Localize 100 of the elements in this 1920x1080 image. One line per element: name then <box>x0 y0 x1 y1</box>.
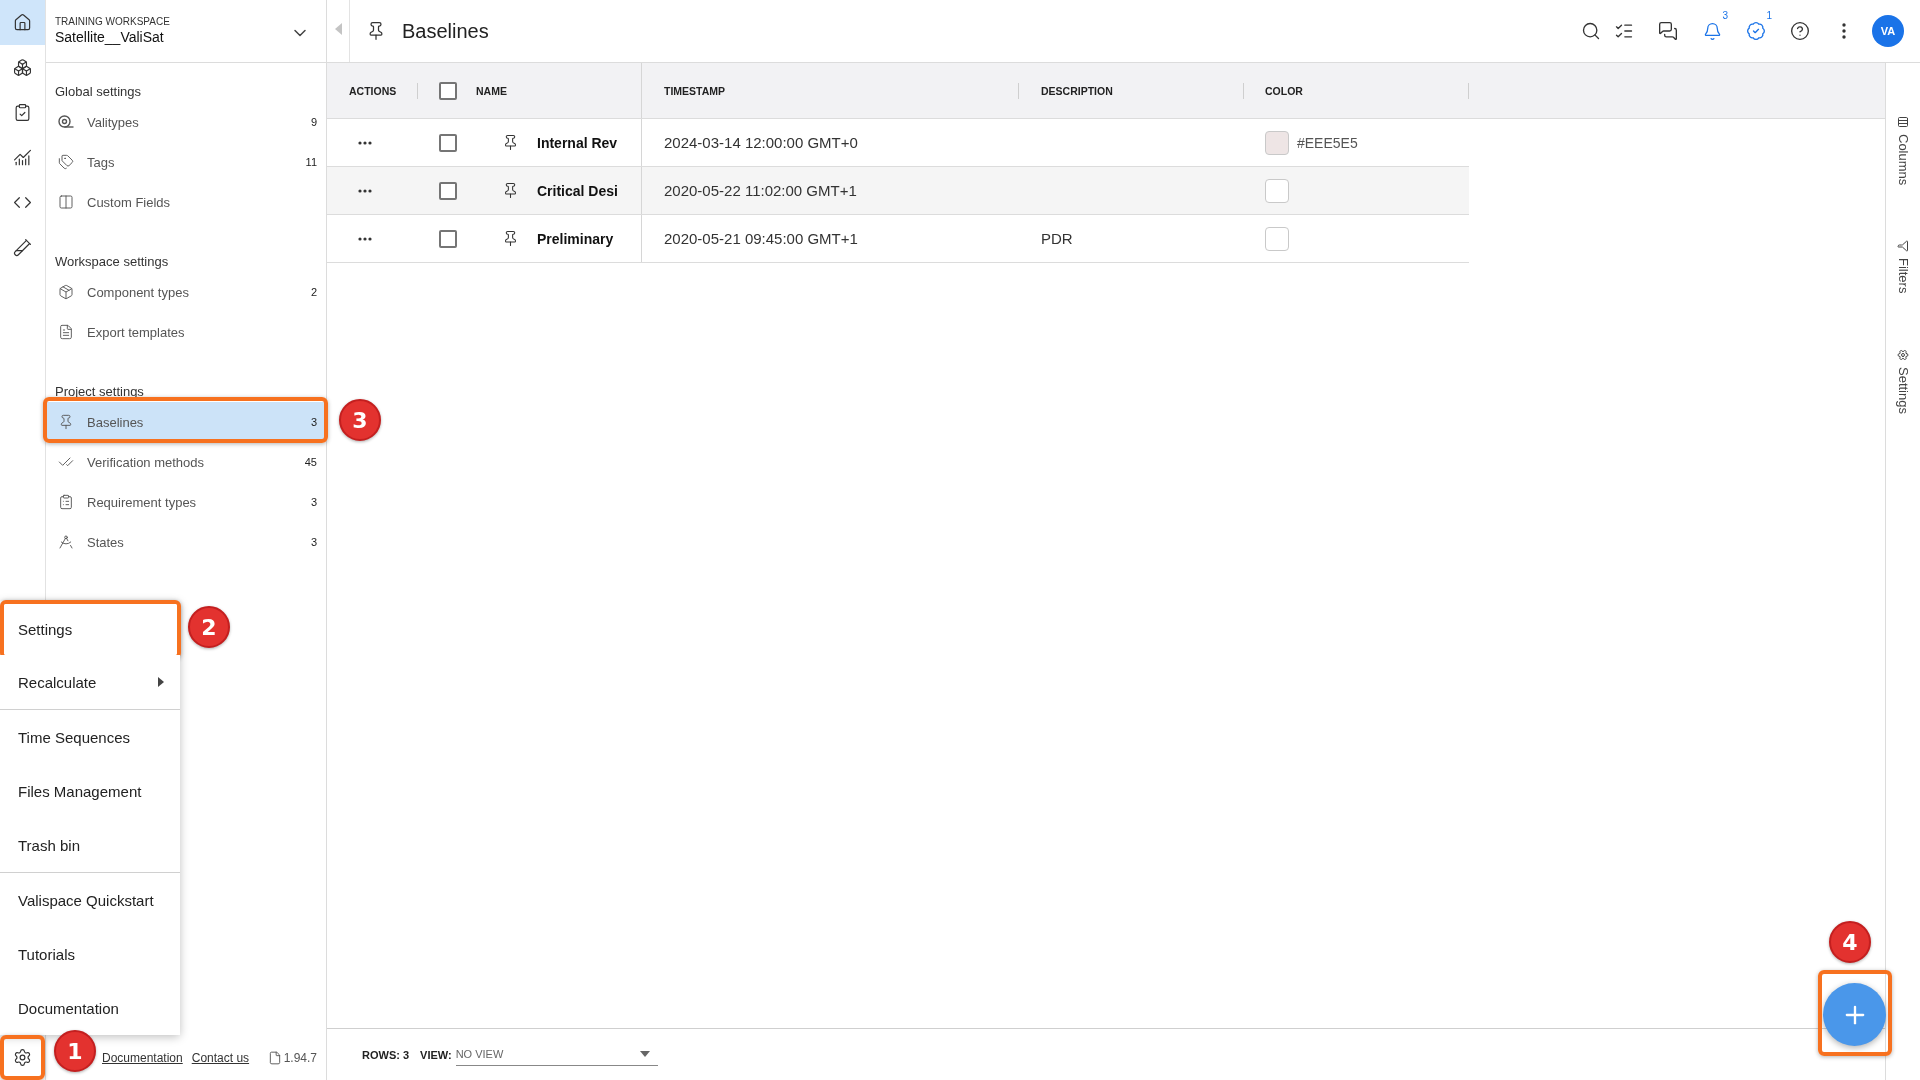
timestamp-cell-text: 2024-03-14 12:00:00 GMT+0 <box>663 133 859 153</box>
sidebar-item[interactable]: Valitypes 9 <box>46 102 326 142</box>
nav-rail-button[interactable] <box>0 0 45 45</box>
search-icon <box>1581 21 1601 41</box>
help-icon <box>1790 21 1810 41</box>
row-checkbox[interactable] <box>439 181 457 200</box>
compass-icon <box>58 534 74 550</box>
sidebar-item[interactable]: Requirement types 3 <box>46 482 326 522</box>
section-title: Workspace settings <box>54 253 170 271</box>
chart-icon <box>13 148 32 167</box>
baseline-name: Preliminary <box>537 230 614 247</box>
disc-icon <box>58 114 74 130</box>
timestamp-cell-text: 2020-05-22 11:02:00 GMT+1 <box>663 181 858 201</box>
workspace-label: TRAINING WORKSPACE <box>55 16 170 28</box>
row-count: ROWS: 3 <box>362 1048 410 1061</box>
version-number: 1.94.7 <box>283 1050 317 1065</box>
view-label: VIEW: <box>420 1048 452 1061</box>
house-icon <box>13 13 32 32</box>
row-checkbox[interactable] <box>439 229 457 248</box>
baseline-name: Critical Desi <box>537 182 618 199</box>
footer-link[interactable]: Contact us <box>191 1050 250 1065</box>
pin-icon <box>502 182 519 199</box>
section-title: Global settings <box>54 83 142 101</box>
step-number-badge: 3 <box>339 399 381 441</box>
side-panel-tab[interactable]: Filters <box>1895 240 1911 294</box>
menu-item[interactable]: Files Management <box>0 764 180 818</box>
side-panel-tab[interactable]: Settings <box>1895 348 1911 414</box>
footer-link[interactable]: Documentation <box>102 1050 183 1065</box>
tags-icon <box>58 154 74 170</box>
step-number-badge: 2 <box>188 606 230 648</box>
sidebar-item[interactable]: Baselines 3 <box>46 402 326 442</box>
menu-item[interactable]: Time Sequences <box>0 710 180 764</box>
pin-icon <box>58 414 74 430</box>
settings-icon <box>1897 348 1909 361</box>
side-panel-tab[interactable]: Columns <box>1895 116 1911 186</box>
row-checkbox[interactable] <box>439 133 457 152</box>
file-icon <box>267 1050 282 1065</box>
check-badge-icon <box>1746 21 1766 41</box>
item-count: 3 <box>310 416 317 428</box>
columns-icon <box>1897 116 1909 128</box>
color-value: #EEE5E5 <box>1297 134 1358 151</box>
page-title: Baselines <box>402 19 489 43</box>
user-avatar[interactable]: VA <box>1872 15 1904 47</box>
ellipsis-icon <box>358 188 372 193</box>
chat-icon <box>1658 21 1678 41</box>
step-number-badge: 1 <box>54 1030 96 1072</box>
clipboard-list-icon <box>58 494 74 510</box>
caret-icon <box>334 23 342 35</box>
item-count: 45 <box>304 456 317 468</box>
ellipsis-icon <box>358 236 372 241</box>
settings-icon <box>13 1048 32 1067</box>
sidebar-item[interactable]: Tags 11 <box>46 142 326 182</box>
column-header: DESCRIPTION <box>1041 84 1113 97</box>
bell-icon <box>1702 21 1722 41</box>
pin-icon <box>502 230 519 247</box>
item-count: 11 <box>305 156 317 168</box>
item-count: 2 <box>310 286 317 298</box>
checklist-icon <box>1614 21 1634 41</box>
pin-icon <box>502 134 519 151</box>
select-all-checkbox[interactable] <box>439 81 457 100</box>
menu-item[interactable]: Tutorials <box>0 927 180 981</box>
menu-item[interactable]: Recalculate <box>0 655 180 709</box>
ellipsis-icon <box>358 140 372 145</box>
view-select[interactable]: NO VIEW <box>455 1043 658 1066</box>
column-header: NAME <box>476 84 507 97</box>
sidebar-item[interactable]: Custom Fields <box>46 182 326 222</box>
item-count: 9 <box>310 116 317 128</box>
menu-item[interactable]: Settings <box>4 604 177 655</box>
empty-swatch-icon <box>1265 178 1289 203</box>
column-header: TIMESTAMP <box>664 84 726 97</box>
document-icon <box>58 324 74 340</box>
filter-icon <box>1897 240 1909 253</box>
caret-icon <box>639 1051 650 1057</box>
notification-count: 3 <box>1722 10 1728 21</box>
workspace-name: Satellite__ValiSat <box>55 28 165 47</box>
notifications-button[interactable]: 3 <box>1694 13 1730 49</box>
test-tube-icon <box>13 238 32 257</box>
sidebar-item[interactable]: Component types 2 <box>46 272 326 312</box>
column-header: ACTIONS <box>349 84 397 97</box>
menu-item[interactable]: Documentation <box>0 981 180 1035</box>
add-button[interactable] <box>1823 983 1886 1046</box>
tasks-button[interactable]: 1 <box>1738 13 1774 49</box>
task-count: 1 <box>1766 10 1772 21</box>
section-title: Project settings <box>54 383 145 401</box>
menu-item[interactable]: Valispace Quickstart <box>0 873 180 927</box>
description-cell-text: PDR <box>1040 229 1074 249</box>
columns-icon <box>58 194 74 210</box>
sidebar-item[interactable]: States 3 <box>46 522 326 562</box>
empty-swatch-icon <box>1265 226 1289 251</box>
timestamp-cell-text: 2020-05-21 09:45:00 GMT+1 <box>663 229 859 249</box>
step-number-badge: 4 <box>1829 921 1871 963</box>
sidebar-item[interactable]: Verification methods 45 <box>46 442 326 482</box>
box-icon <box>58 284 74 300</box>
item-count: 3 <box>310 496 317 508</box>
baseline-name: Internal Rev <box>537 134 618 151</box>
column-header: COLOR <box>1265 84 1303 97</box>
menu-item[interactable]: Trash bin <box>0 818 180 872</box>
sidebar-item[interactable]: Export templates <box>46 312 326 352</box>
kebab-icon <box>1842 23 1846 39</box>
clipboard-check-icon <box>13 103 32 122</box>
